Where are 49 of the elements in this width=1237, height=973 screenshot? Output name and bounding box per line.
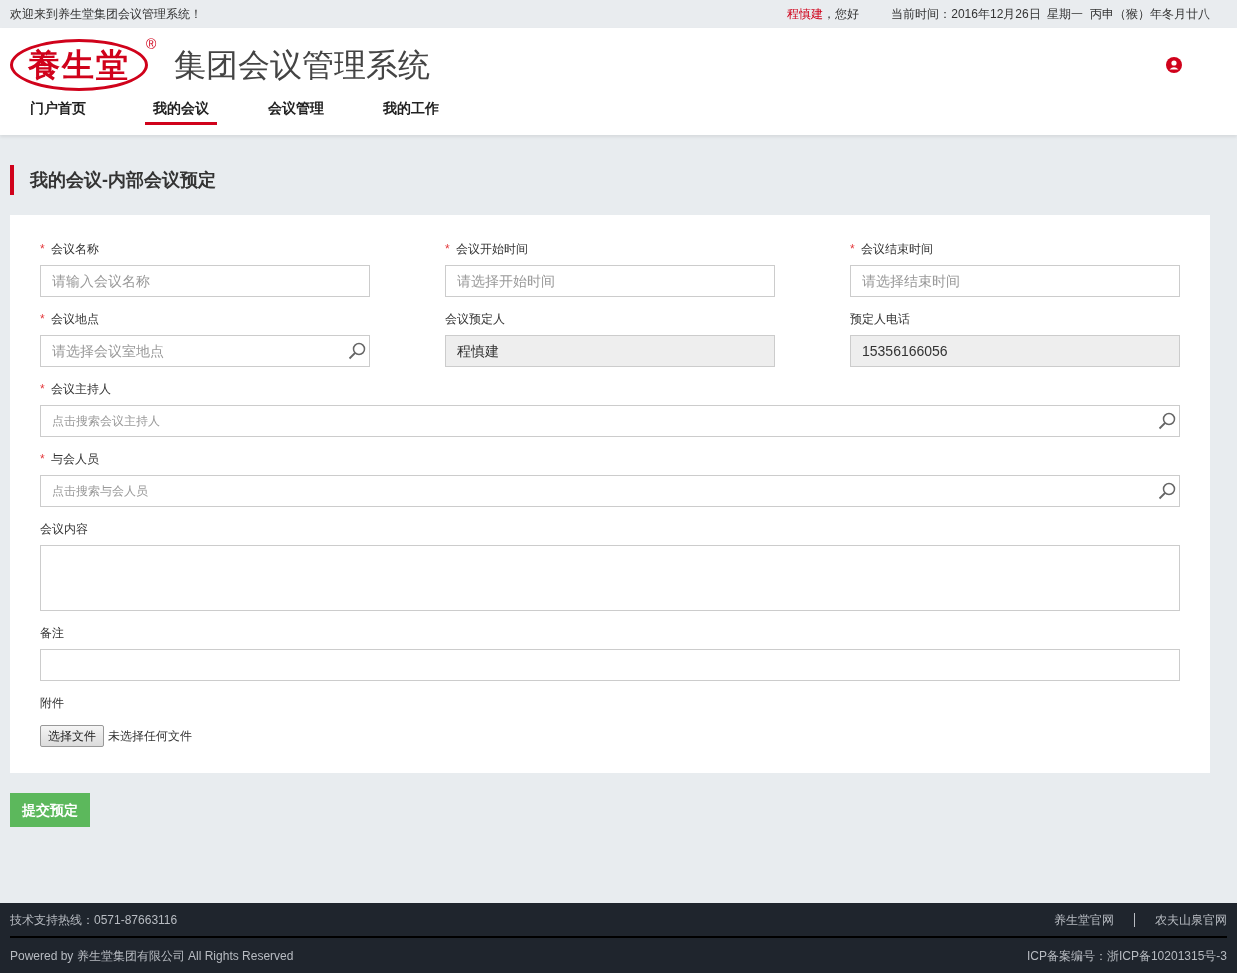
field-label: 会议地点 (50, 311, 99, 328)
required-mark: * (40, 451, 45, 468)
hotline-text: 技术支持热线：0571-87663116 (10, 911, 178, 929)
field-label: 与会人员 (50, 451, 99, 468)
page-title: 我的会议-内部会议预定 (10, 165, 1227, 195)
file-status: 未选择任何文件 (108, 728, 192, 745)
search-field[interactable]: 请选择会议室地点 (40, 335, 370, 367)
choose-file-button[interactable]: 选择文件 (40, 725, 104, 747)
field-label: 预定人电话 (850, 311, 910, 328)
field-label: 附件 (40, 695, 64, 712)
nav-tab[interactable]: 我的会议 (145, 98, 260, 126)
field-label: 会议结束时间 (860, 241, 933, 258)
input-field[interactable] (40, 649, 1180, 681)
field-label: 会议主持人 (50, 381, 111, 398)
nav-tab[interactable]: 会议管理 (260, 98, 375, 126)
search-icon[interactable] (348, 342, 366, 360)
nav-tab[interactable]: 我的工作 (375, 98, 490, 126)
required-mark: * (40, 311, 45, 328)
textarea-field[interactable] (40, 545, 1180, 611)
readonly-field: 程慎建 (445, 335, 775, 367)
system-title: 集团会议管理系统 (174, 46, 430, 85)
nav-tab[interactable]: 门户首页 (30, 98, 145, 126)
field-label: 会议开始时间 (455, 241, 528, 258)
user-name: 程慎建 (787, 6, 824, 23)
icp-text: ICP备案编号：浙ICP备10201315号-3 (1026, 947, 1227, 965)
copyright-text: Powered by 养生堂集团有限公司 All Rights Reserved (10, 947, 294, 965)
search-field[interactable]: 点击搜索与会人员 (40, 475, 1180, 507)
input-field[interactable]: 请选择结束时间 (850, 265, 1180, 297)
field-label: 备注 (40, 625, 64, 642)
required-mark: * (850, 241, 855, 258)
registered-mark: ® (146, 35, 157, 54)
search-icon[interactable] (1158, 412, 1176, 430)
input-field[interactable]: 请选择开始时间 (445, 265, 775, 297)
required-mark: * (40, 241, 45, 258)
required-mark: * (40, 381, 45, 398)
footer-link[interactable]: 养生堂官网 (1054, 910, 1114, 929)
search-field[interactable]: 点击搜索会议主持人 (40, 405, 1180, 437)
datetime-text: 当前时间：2016年12月26日 星期一 丙申（猴）年冬月廿八 (891, 6, 1210, 23)
search-icon[interactable] (1158, 482, 1176, 500)
field-label: 会议内容 (40, 521, 88, 538)
required-mark: * (445, 241, 450, 258)
footer-link[interactable]: 农夫山泉官网 (1155, 910, 1227, 929)
greeting-text: ，您好 (823, 6, 860, 23)
welcome-text: 欢迎来到养生堂集团会议管理系统！ (10, 6, 202, 23)
readonly-field: 15356166056 (850, 335, 1180, 367)
field-label: 会议预定人 (445, 311, 505, 328)
field-label: 会议名称 (50, 241, 99, 258)
user-icon[interactable] (1166, 57, 1182, 73)
input-field[interactable]: 请输入会议名称 (40, 265, 370, 297)
